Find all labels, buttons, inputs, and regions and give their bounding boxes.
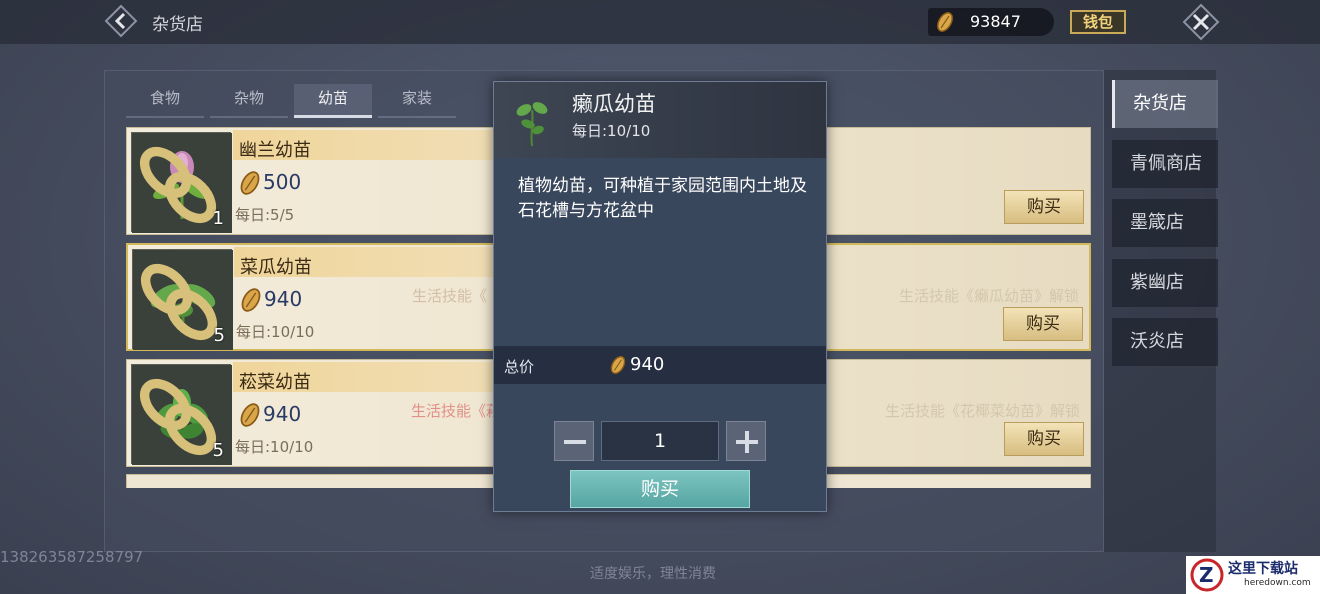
item-price: 940 bbox=[263, 402, 302, 426]
total-label: 总价 bbox=[504, 358, 535, 376]
buy-button[interactable]: 购买 bbox=[1003, 307, 1083, 341]
svg-text:Z: Z bbox=[1199, 563, 1214, 587]
sidebar-item-grocery[interactable]: 杂货店 bbox=[1112, 80, 1218, 128]
buy-button[interactable]: 购买 bbox=[1004, 422, 1084, 456]
buy-button[interactable]: 购买 bbox=[1004, 190, 1084, 224]
coin-icon bbox=[241, 288, 261, 312]
item-thumbnail: 5 bbox=[131, 364, 232, 465]
tab-misc[interactable]: 杂物 bbox=[210, 84, 288, 118]
plus-icon bbox=[736, 431, 758, 453]
item-daily-limit: 每日:5/5 bbox=[235, 206, 295, 224]
coin-icon bbox=[610, 355, 626, 375]
currency-amount: 93847 bbox=[970, 12, 1021, 31]
unlock-requirement: 生活技能《 bbox=[412, 287, 488, 305]
item-price: 500 bbox=[263, 170, 302, 194]
item-count: 5 bbox=[213, 325, 225, 346]
site-watermark: Z 这里下载站 heredown.com bbox=[1186, 556, 1320, 594]
unlock-requirement: 生活技能《花椰菜幼苗》解锁 bbox=[884, 402, 1080, 420]
page-title: 杂货店 bbox=[152, 15, 203, 35]
tab-food[interactable]: 食物 bbox=[126, 84, 204, 118]
sidebar-item-ziyou[interactable]: 紫幽店 bbox=[1112, 259, 1218, 307]
coin-icon bbox=[240, 403, 260, 427]
purchase-dialog: 癞瓜幼苗 每日:10/10 植物幼苗，可种植于家园范围内土地及石花槽与方花盆中 … bbox=[493, 81, 827, 512]
dialog-title: 癞瓜幼苗 bbox=[572, 92, 656, 116]
category-tabs: 食物 杂物 幼苗 家装 bbox=[126, 84, 456, 118]
watermark-text: 这里下载站 bbox=[1228, 561, 1298, 577]
increase-quantity-button[interactable] bbox=[726, 421, 766, 461]
watermark-logo-icon: Z bbox=[1190, 558, 1224, 592]
player-id: 13826358725879​7 bbox=[0, 548, 144, 566]
decrease-quantity-button[interactable] bbox=[554, 421, 594, 461]
item-count: 5 bbox=[212, 440, 224, 461]
tab-decor[interactable]: 家装 bbox=[378, 84, 456, 118]
item-thumbnail: 1 bbox=[131, 132, 232, 233]
close-icon bbox=[1182, 3, 1220, 41]
quantity-input[interactable]: 1 bbox=[601, 421, 719, 461]
unlock-requirement: 生活技能《癞瓜幼苗》解锁 bbox=[898, 287, 1079, 305]
dialog-daily-limit: 每日:10/10 bbox=[572, 122, 651, 140]
item-description: 植物幼苗，可种植于家园范围内土地及石花槽与方花盆中 bbox=[518, 176, 807, 221]
currency-display: 93847 bbox=[928, 8, 1054, 36]
sidebar-item-qingpei[interactable]: 青佩商店 bbox=[1112, 140, 1218, 188]
confirm-buy-button[interactable]: 购买 bbox=[570, 470, 750, 508]
health-notice: 适度娱乐，理性消费 bbox=[590, 566, 716, 582]
tab-seedlings[interactable]: 幼苗 bbox=[294, 84, 372, 118]
item-thumbnail: 5 bbox=[132, 249, 233, 350]
item-name: 菜瓜幼苗 bbox=[240, 257, 312, 278]
watermark-url: heredown.com bbox=[1244, 578, 1311, 588]
item-price: 940 bbox=[264, 287, 303, 311]
item-name: 菘菜幼苗 bbox=[239, 372, 311, 393]
item-daily-limit: 每日:10/10 bbox=[236, 323, 315, 341]
top-bar: 杂货店 93847 钱包 bbox=[0, 0, 1320, 44]
total-price-row: 总价 940 bbox=[494, 346, 826, 384]
seedling-icon bbox=[516, 102, 548, 147]
close-button[interactable] bbox=[1182, 3, 1220, 41]
minus-icon bbox=[564, 440, 586, 444]
sidebar-item-woyan[interactable]: 沃炎店 bbox=[1112, 318, 1218, 366]
total-value: 940 bbox=[630, 354, 665, 375]
unlock-requirement: 生活技能《菘 bbox=[411, 402, 502, 420]
item-daily-limit: 每日:10/10 bbox=[235, 438, 314, 456]
sidebar-item-mozhen[interactable]: 墨箴店 bbox=[1112, 199, 1218, 247]
wallet-button[interactable]: 钱包 bbox=[1070, 10, 1126, 34]
chevron-left-icon bbox=[104, 4, 138, 38]
back-button[interactable] bbox=[104, 4, 138, 38]
coin-icon bbox=[937, 12, 953, 32]
coin-icon bbox=[240, 171, 260, 195]
item-name: 幽兰幼苗 bbox=[239, 140, 311, 161]
item-count: 1 bbox=[212, 208, 224, 229]
dialog-header: 癞瓜幼苗 每日:10/10 bbox=[494, 82, 826, 158]
